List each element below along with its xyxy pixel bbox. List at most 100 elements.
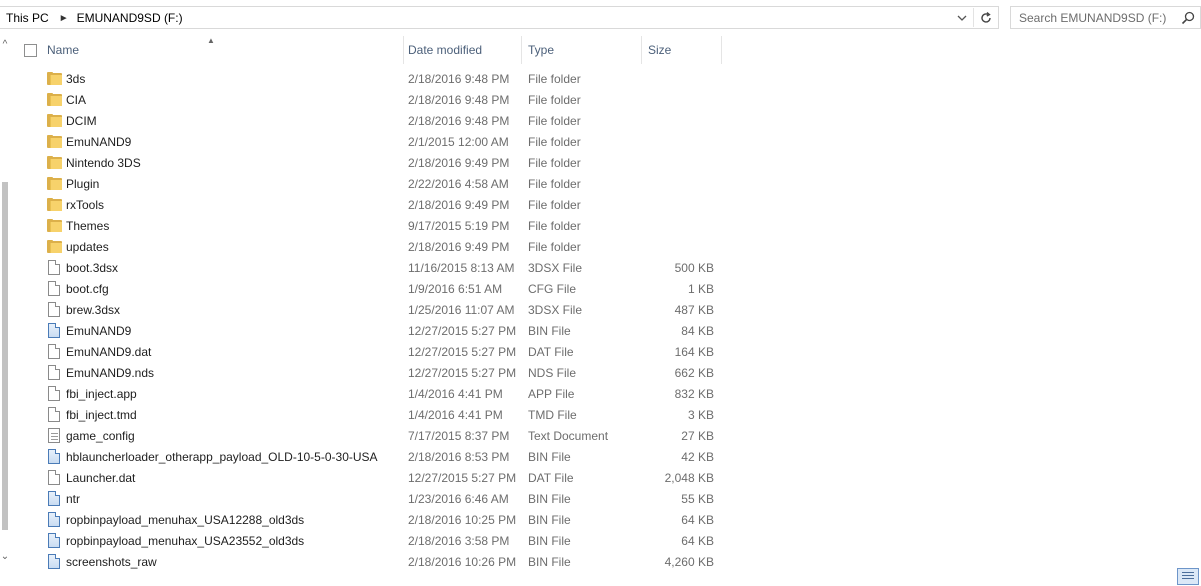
file-size: 84 KB: [681, 323, 714, 338]
folder-icon: [46, 93, 62, 106]
address-bar[interactable]: This PC ► EMUNAND9SD (F:): [0, 6, 999, 29]
file-icon-cell: [46, 68, 62, 89]
file-icon-cell: [46, 383, 62, 404]
file-name: EmuNAND9.nds: [66, 365, 155, 380]
file-date-modified: 1/9/2016 6:51 AM: [408, 281, 503, 296]
file-row[interactable]: CIA 2/18/2016 9:48 PM File folder: [14, 89, 734, 110]
breadcrumb-this-pc[interactable]: This PC: [6, 11, 49, 25]
file-row[interactable]: updates 2/18/2016 9:49 PM File folder: [14, 236, 734, 257]
file-row[interactable]: Nintendo 3DS 2/18/2016 9:49 PM File folder: [14, 152, 734, 173]
select-all-checkbox[interactable]: [24, 43, 37, 57]
navigation-pane-scrollbar[interactable]: ^ ⌄: [0, 36, 10, 564]
address-history-dropdown[interactable]: [953, 8, 971, 27]
file-name: DCIM: [66, 113, 97, 128]
column-header-type[interactable]: Type: [528, 36, 642, 64]
file-row[interactable]: rxTools 2/18/2016 9:49 PM File folder: [14, 194, 734, 215]
file-size: [644, 131, 714, 152]
document-icon: [48, 344, 60, 359]
file-date-modified: 2/18/2016 10:26 PM: [408, 554, 517, 569]
file-type: 3DSX File: [528, 260, 583, 275]
file-type: BIN File: [528, 323, 571, 338]
file-icon-cell: [46, 278, 62, 299]
scrollbar-thumb[interactable]: [2, 182, 8, 530]
file-name: EmuNAND9: [66, 134, 132, 149]
file-row[interactable]: Plugin 2/22/2016 4:58 AM File folder: [14, 173, 734, 194]
file-row[interactable]: EmuNAND9 12/27/2015 5:27 PM BIN File 84 KB: [14, 320, 734, 341]
file-type: File folder: [528, 197, 581, 212]
file-row[interactable]: screenshots_raw 2/18/2016 10:26 PM BIN Fil…: [14, 551, 734, 572]
refresh-button[interactable]: [973, 8, 997, 27]
bin-file-icon: [48, 323, 60, 338]
file-row[interactable]: game_config 7/17/2015 8:37 PM Text Documen…: [14, 425, 734, 446]
sort-ascending-icon: ▲: [207, 36, 215, 45]
refresh-icon: [980, 11, 991, 23]
file-icon-cell: [46, 530, 62, 551]
file-icon-cell: [46, 467, 62, 488]
file-date-modified: 1/4/2016 4:41 PM: [408, 386, 503, 401]
file-row[interactable]: hblauncherloader_otherapp_payload_OLD-10…: [14, 446, 734, 467]
file-row[interactable]: fbi_inject.tmd 1/4/2016 4:41 PM TMD File 3 …: [14, 404, 734, 425]
folder-icon: [46, 219, 62, 232]
search-input[interactable]: [1011, 7, 1200, 28]
column-header-name[interactable]: Name: [47, 36, 404, 64]
file-row[interactable]: EmuNAND9.nds 12/27/2015 5:27 PM NDS File 66…: [14, 362, 734, 383]
file-row[interactable]: Themes 9/17/2015 5:19 PM File folder: [14, 215, 734, 236]
file-row[interactable]: ntr 1/23/2016 6:46 AM BIN File 55 KB: [14, 488, 734, 509]
file-type: Text Document: [528, 428, 609, 443]
document-icon: [48, 407, 60, 422]
file-name: fbi_inject.tmd: [66, 407, 137, 422]
file-row[interactable]: boot.cfg 1/9/2016 6:51 AM CFG File 1 KB: [14, 278, 734, 299]
file-size: 164 KB: [674, 344, 714, 359]
file-icon-cell: [46, 320, 62, 341]
chevron-down-icon: [957, 15, 967, 21]
column-header-date[interactable]: Date modified: [408, 36, 522, 64]
file-date-modified: 12/27/2015 5:27 PM: [408, 323, 517, 338]
file-date-modified: 2/18/2016 3:58 PM: [408, 533, 510, 548]
file-row[interactable]: ropbinpayload_menuhax_USA23552_old3ds 2/1…: [14, 530, 734, 551]
file-type: File folder: [528, 92, 581, 107]
file-row[interactable]: EmuNAND9.dat 12/27/2015 5:27 PM DAT File 16…: [14, 341, 734, 362]
file-row[interactable]: DCIM 2/18/2016 9:48 PM File folder: [14, 110, 734, 131]
file-type: File folder: [528, 134, 581, 149]
file-row[interactable]: boot.3dsx 11/16/2015 8:13 AM 3DSX File 500 …: [14, 257, 734, 278]
scroll-down-arrow-icon[interactable]: ⌄: [0, 548, 10, 564]
file-icon-cell: [46, 236, 62, 257]
file-row[interactable]: ropbinpayload_menuhax_USA12288_old3ds 2/1…: [14, 509, 734, 530]
file-row[interactable]: brew.3dsx 1/25/2016 11:07 AM 3DSX File 487 …: [14, 299, 734, 320]
file-type: File folder: [528, 218, 581, 233]
document-icon: [48, 302, 60, 317]
folder-icon: [46, 72, 62, 85]
file-size: 64 KB: [681, 512, 714, 527]
file-date-modified: 12/27/2015 5:27 PM: [408, 470, 517, 485]
file-name: rxTools: [66, 197, 105, 212]
file-type: DAT File: [528, 470, 574, 485]
breadcrumb-drive[interactable]: EMUNAND9SD (F:): [77, 11, 183, 25]
file-type: BIN File: [528, 533, 571, 548]
breadcrumb-separator-icon[interactable]: ►: [59, 13, 69, 24]
search-icon[interactable]: [1180, 10, 1196, 26]
column-header-size[interactable]: Size: [648, 36, 722, 64]
file-row[interactable]: EmuNAND9 2/1/2015 12:00 AM File folder: [14, 131, 734, 152]
file-name: boot.3dsx: [66, 260, 119, 275]
file-size: 832 KB: [674, 386, 714, 401]
file-row[interactable]: 3ds 2/18/2016 9:48 PM File folder: [14, 68, 734, 89]
column-header-date-label: Date modified: [408, 43, 483, 57]
file-date-modified: 2/18/2016 9:49 PM: [408, 155, 510, 170]
scroll-up-arrow-icon[interactable]: ^: [0, 36, 10, 52]
file-size: [644, 68, 714, 89]
bin-file-icon: [48, 533, 60, 548]
document-icon: [48, 260, 60, 275]
text-document-icon: [48, 428, 60, 443]
file-icon-cell: [46, 110, 62, 131]
file-date-modified: 2/22/2016 4:58 AM: [408, 176, 509, 191]
file-row[interactable]: Launcher.dat 12/27/2015 5:27 PM DAT File 2,…: [14, 467, 734, 488]
file-type: TMD File: [528, 407, 577, 422]
file-type: File folder: [528, 155, 581, 170]
file-row[interactable]: fbi_inject.app 1/4/2016 4:41 PM APP File 83…: [14, 383, 734, 404]
details-view-button[interactable]: [1177, 568, 1199, 585]
folder-icon: [46, 114, 62, 127]
folder-icon: [46, 135, 62, 148]
file-icon-cell: [46, 299, 62, 320]
file-name: Plugin: [66, 176, 100, 191]
file-type: BIN File: [528, 491, 571, 506]
